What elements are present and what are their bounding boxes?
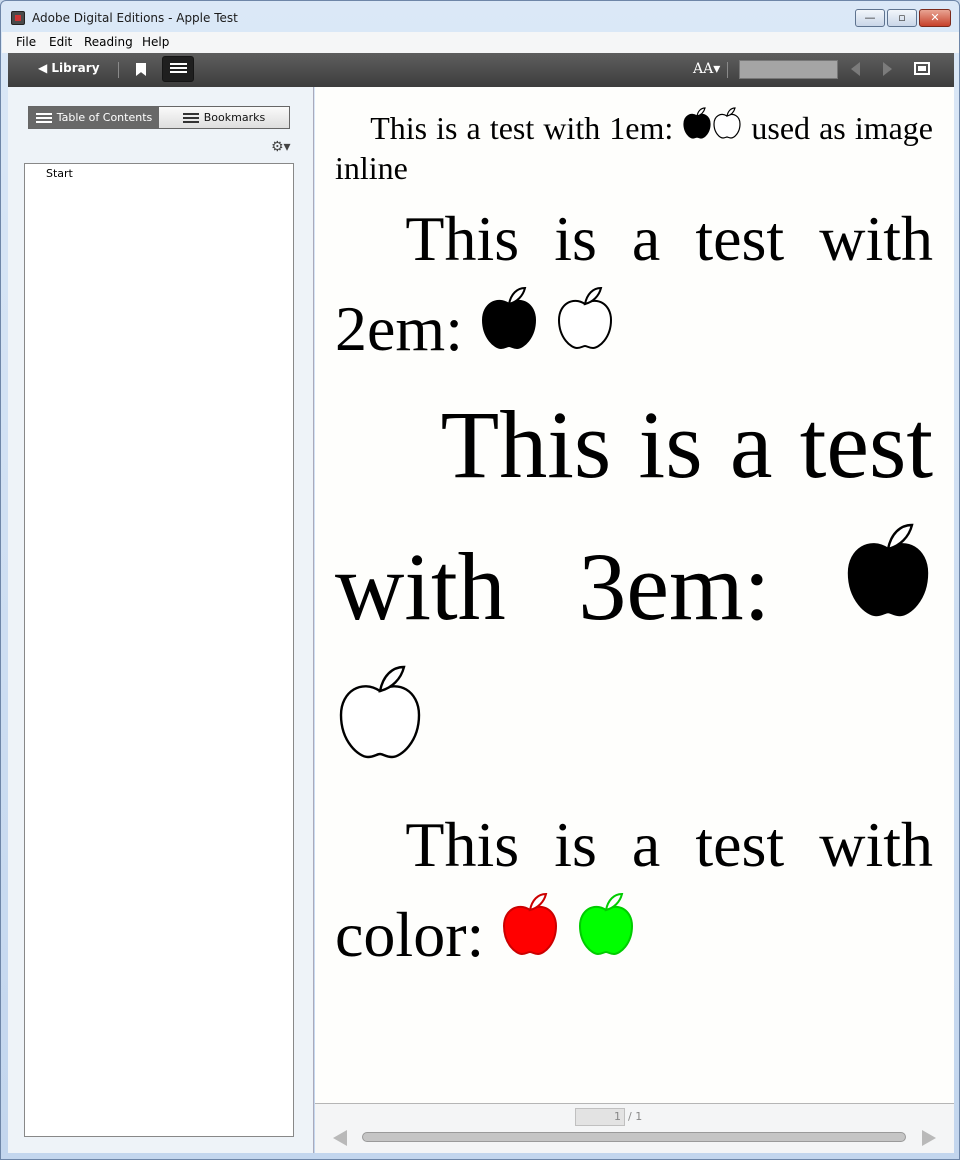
close-button[interactable]: ✕ bbox=[919, 9, 951, 27]
menu-help[interactable]: Help bbox=[142, 35, 169, 49]
gear-icon[interactable]: ⚙▾ bbox=[271, 139, 291, 155]
apple-red-icon bbox=[503, 892, 558, 956]
apple-body bbox=[557, 299, 612, 350]
apple-body bbox=[339, 685, 421, 759]
tab-label: Bookmarks bbox=[203, 111, 266, 124]
apple-body bbox=[847, 543, 929, 617]
window-controls: — ▫ ✕ bbox=[855, 9, 951, 27]
minimize-icon: — bbox=[864, 11, 876, 24]
toc-item-start[interactable]: Start bbox=[46, 167, 73, 180]
tab-bookmarks[interactable]: Bookmarks bbox=[159, 107, 289, 128]
pager-bar: 1 / 1 bbox=[315, 1103, 954, 1153]
apple-body bbox=[713, 113, 741, 139]
page-scrollbar[interactable] bbox=[362, 1132, 906, 1142]
menu-bar: File Edit Reading Help bbox=[2, 32, 959, 53]
minimize-button[interactable]: — bbox=[855, 9, 885, 27]
tab-table-of-contents[interactable]: Table of Contents bbox=[29, 107, 159, 128]
menu-reading[interactable]: Reading bbox=[84, 35, 133, 49]
paragraph-text: This is a test with 2em: bbox=[335, 203, 933, 364]
reading-pane: This is a test with 1em: used as image i… bbox=[315, 87, 954, 1103]
previous-page-icon[interactable] bbox=[851, 62, 860, 76]
apple-body bbox=[481, 299, 536, 350]
apple-body bbox=[579, 905, 634, 956]
menu-edit[interactable]: Edit bbox=[49, 35, 72, 49]
maximize-icon: ▫ bbox=[898, 11, 906, 24]
toc-icon bbox=[35, 112, 52, 123]
paragraph-text: This is a test with 1em: bbox=[370, 110, 683, 146]
toolbar-divider bbox=[727, 62, 728, 78]
tab-label: Table of Contents bbox=[56, 111, 153, 124]
apple-white-icon bbox=[557, 286, 612, 350]
toc-panel: Start bbox=[24, 163, 294, 1137]
scroll-left-arrow-icon[interactable] bbox=[333, 1130, 347, 1146]
apple-green-icon bbox=[579, 892, 634, 956]
page-content: This is a test with 1em: used as image i… bbox=[335, 107, 933, 980]
paragraph-2em: This is a test with 2em: bbox=[335, 194, 933, 374]
app-logo-icon bbox=[11, 11, 25, 25]
next-page-icon[interactable] bbox=[883, 62, 892, 76]
bookmark-icon[interactable] bbox=[136, 63, 146, 76]
toc-toggle-button[interactable] bbox=[162, 56, 194, 82]
sidebar-tabs: Table of Contents Bookmarks bbox=[28, 106, 290, 129]
window-title: Adobe Digital Editions - Apple Test bbox=[32, 11, 238, 25]
maximize-button[interactable]: ▫ bbox=[887, 9, 917, 27]
font-size-button[interactable]: AA▾ bbox=[693, 61, 720, 77]
fullscreen-icon[interactable] bbox=[914, 62, 930, 75]
close-icon: ✕ bbox=[930, 11, 940, 24]
apple-white-icon bbox=[339, 665, 421, 759]
apple-body bbox=[503, 905, 558, 956]
list-icon bbox=[170, 63, 187, 76]
menu-file[interactable]: File bbox=[16, 35, 36, 49]
page-total: / 1 bbox=[628, 1110, 643, 1123]
scroll-right-arrow-icon[interactable] bbox=[922, 1130, 936, 1146]
title-bar[interactable]: Adobe Digital Editions - Apple Test — ▫ … bbox=[1, 1, 959, 32]
apple-black-icon bbox=[481, 286, 536, 350]
apple-white-icon bbox=[713, 107, 741, 139]
apple-black-icon bbox=[847, 523, 929, 617]
paragraph-3em: This is a test with 3em: bbox=[335, 374, 933, 800]
current-page-field[interactable]: 1 bbox=[575, 1108, 625, 1126]
app-window: Adobe Digital Editions - Apple Test — ▫ … bbox=[0, 0, 960, 1160]
bookmarks-list-icon bbox=[182, 112, 199, 123]
library-button[interactable]: ◀ Library bbox=[38, 61, 100, 75]
sidebar: Table of Contents Bookmarks ⚙▾ Start bbox=[8, 87, 314, 1153]
paragraph-color: This is a test with color: bbox=[335, 800, 933, 980]
apple-body bbox=[683, 113, 711, 139]
page-number-field[interactable] bbox=[739, 60, 838, 79]
toolbar: ◀ Library AA▾ bbox=[8, 53, 954, 87]
apple-black-icon bbox=[683, 107, 711, 139]
toolbar-divider bbox=[118, 62, 119, 78]
paragraph-1em: This is a test with 1em: used as image i… bbox=[335, 107, 933, 188]
